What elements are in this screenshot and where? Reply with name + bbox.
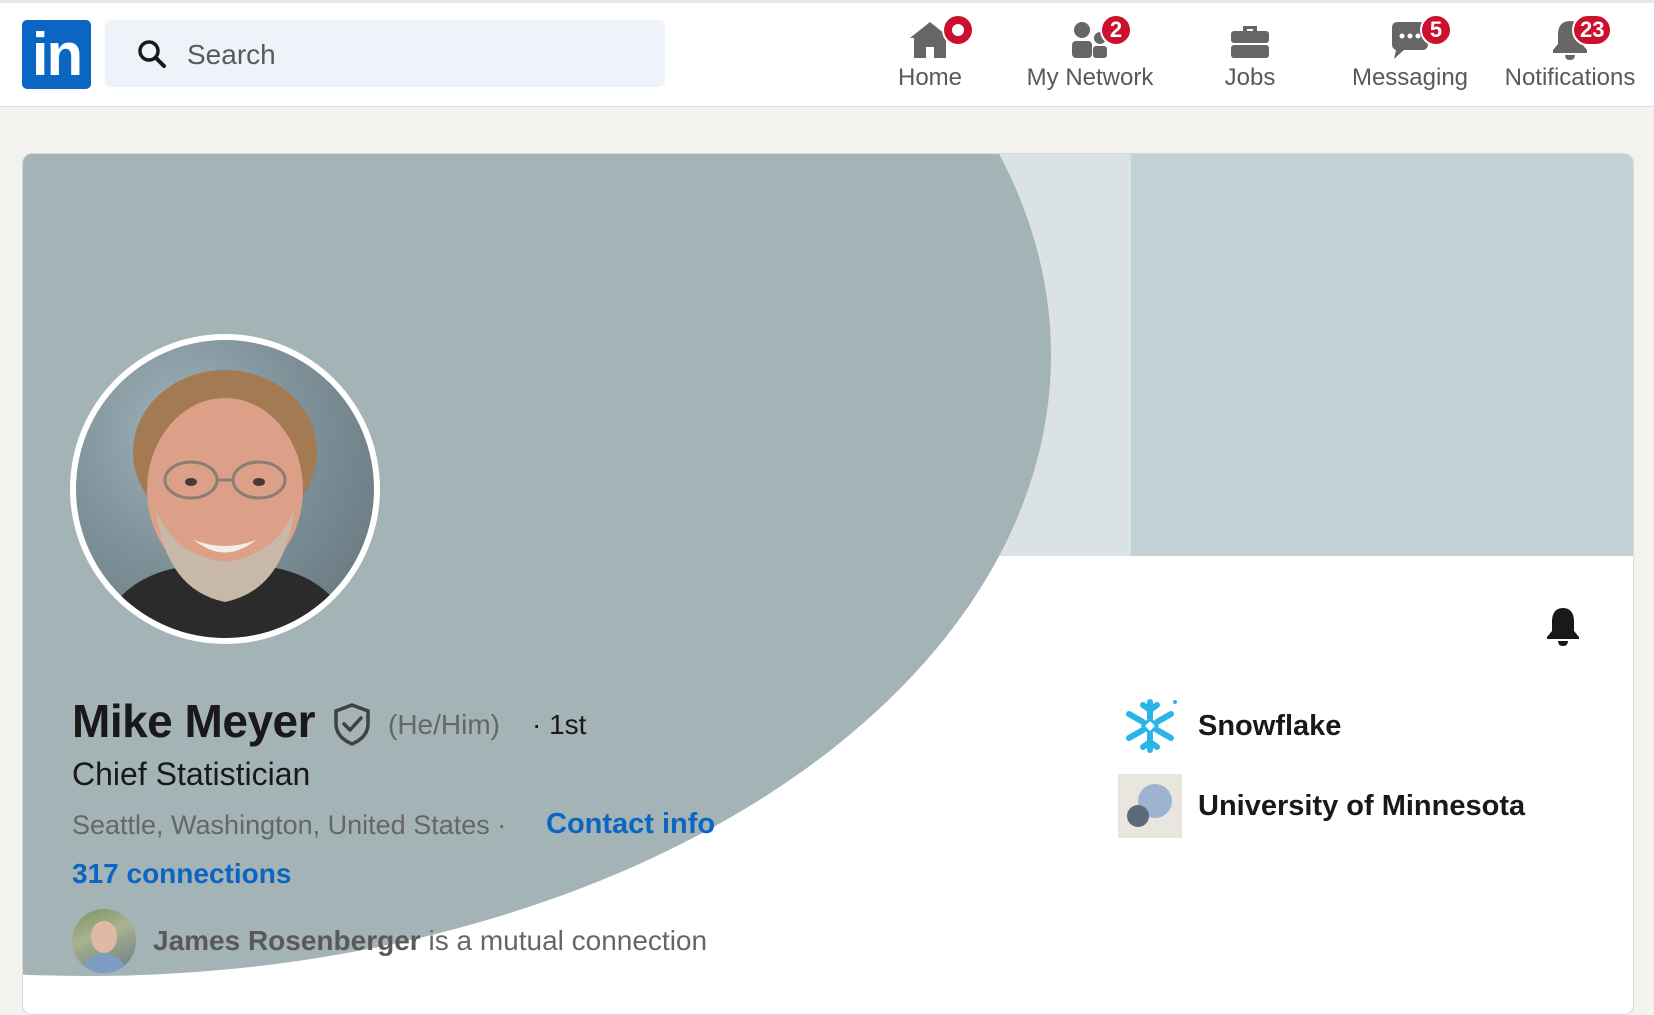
school-name: University of Minnesota	[1198, 790, 1526, 822]
school-placeholder-logo	[1118, 774, 1182, 838]
nav-jobs[interactable]: Jobs	[1170, 14, 1330, 100]
nav-my-network[interactable]: 2 My Network	[1010, 14, 1170, 100]
profile-headline: Chief Statistician	[72, 756, 311, 792]
briefcase-icon	[1231, 26, 1269, 58]
profile-name: Mike Meyer	[72, 695, 316, 747]
connections-link[interactable]: 317 connections	[72, 858, 291, 890]
search-input[interactable]	[185, 20, 649, 89]
mutual-connection-text[interactable]: James Rosenberger is a mutual connection	[153, 925, 707, 957]
window-top-border	[0, 0, 1654, 3]
search-box[interactable]	[105, 20, 665, 89]
nav-home[interactable]: Home	[850, 14, 1010, 100]
notifications-badge: 23	[1572, 14, 1613, 46]
profile-card: Mike Meyer (He/Him) · 1st Chief Statisti…	[22, 153, 1634, 1015]
messaging-badge: 5	[1420, 14, 1452, 46]
home-notification-dot	[942, 14, 974, 46]
profile-pronouns: (He/Him)	[388, 709, 500, 740]
follow-bell-icon[interactable]	[1539, 602, 1587, 650]
connection-degree: · 1st	[532, 709, 587, 740]
nav-messaging[interactable]: 5 Messaging	[1330, 14, 1490, 100]
nav-jobs-label: Jobs	[1224, 64, 1276, 91]
network-badge: 2	[1100, 14, 1132, 46]
search-icon	[138, 40, 166, 68]
nav-my-network-label: My Network	[1026, 64, 1154, 91]
linkedin-logo[interactable]: in	[22, 20, 91, 89]
mutual-connection-suffix: is a mutual connection	[420, 925, 708, 956]
portrait-illustration	[96, 370, 356, 638]
company-name-snowflake: Snowflake	[1198, 710, 1342, 742]
mutual-connection-name[interactable]: James Rosenberger	[153, 925, 421, 956]
contact-info-link[interactable]: Contact info	[546, 808, 715, 841]
profile-photo[interactable]	[70, 334, 380, 644]
profile-location: Seattle, Washington, United States ·	[72, 810, 507, 840]
nav-messaging-label: Messaging	[1351, 64, 1469, 91]
nav-notifications[interactable]: 23 Notifications	[1490, 14, 1650, 100]
mutual-connection-avatar[interactable]	[72, 909, 136, 973]
global-nav: in Home 2 My Network Jobs	[0, 0, 1654, 107]
snowflake-logo	[1126, 699, 1177, 753]
nav-home-label: Home	[897, 64, 963, 91]
mutual-avatar-illustration	[80, 921, 128, 973]
nav-notifications-label: Notifications	[1504, 64, 1636, 91]
profile-photo-image	[76, 340, 374, 638]
verified-shield-icon[interactable]	[332, 702, 372, 746]
